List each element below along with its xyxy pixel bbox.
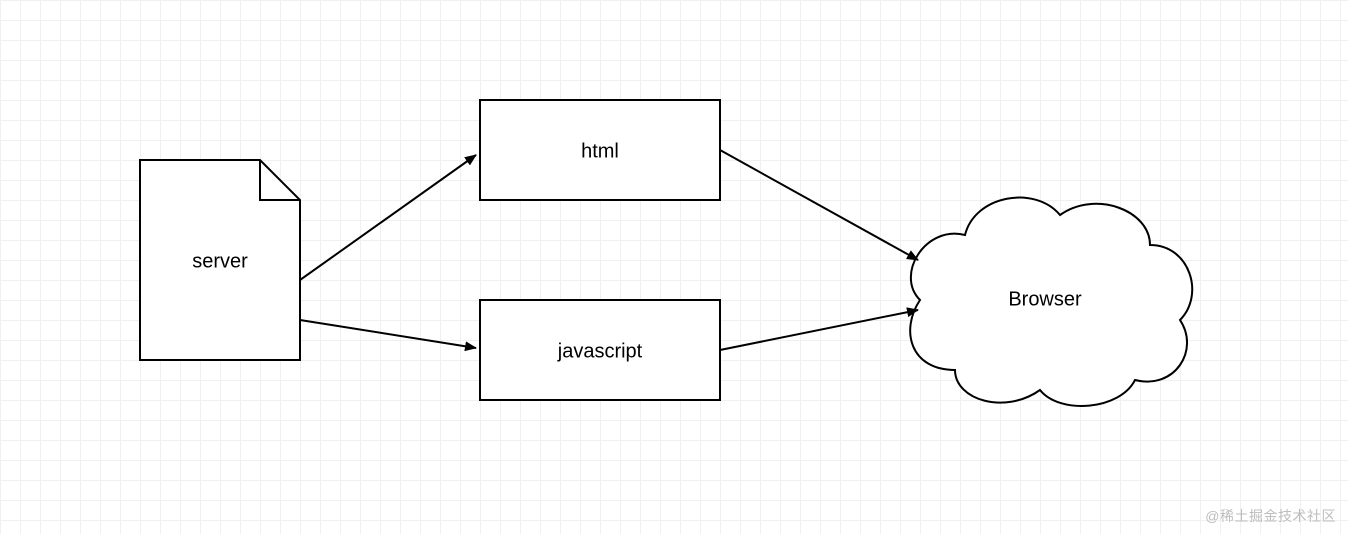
node-server: server (140, 160, 300, 360)
node-browser: Browser (910, 198, 1192, 406)
node-server-label: server (192, 250, 248, 272)
arrow-html-browser (720, 150, 918, 260)
node-html-label: html (581, 140, 619, 162)
node-javascript-label: javascript (557, 340, 643, 362)
watermark-text: @稀土掘金技术社区 (1205, 506, 1336, 526)
diagram-canvas: server html javascript Browser (0, 0, 1348, 534)
arrow-javascript-browser (720, 310, 918, 350)
arrow-server-javascript (300, 320, 476, 348)
node-javascript: javascript (480, 300, 720, 400)
node-html: html (480, 100, 720, 200)
node-browser-label: Browser (1008, 288, 1082, 310)
arrow-server-html (300, 155, 476, 280)
